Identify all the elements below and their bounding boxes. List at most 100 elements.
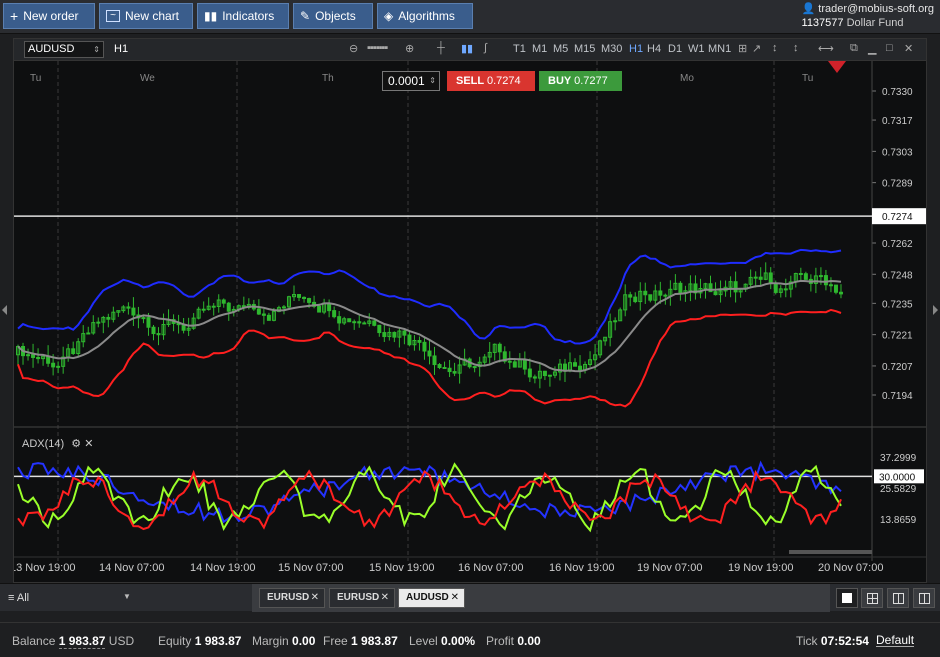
chevron-down-icon: ▼: [123, 592, 131, 601]
algorithms-button[interactable]: ◈ Algorithms: [377, 3, 473, 29]
price-tick-label: 0.7303: [882, 147, 913, 158]
remove-indicator-icon[interactable]: ✕: [84, 438, 93, 450]
zoom-slider[interactable]: ▪▪▪▪▪▪▪: [367, 42, 388, 54]
layout-rows-button[interactable]: [913, 588, 935, 608]
tabs-area: EURUSD ✕ EURUSD ✕ AUDUSD ✕: [252, 584, 830, 612]
level-label: Level: [409, 634, 438, 648]
new-chart-button[interactable]: ~ New chart: [99, 3, 193, 29]
timeframe-h4[interactable]: H4: [647, 43, 661, 55]
symbol-select[interactable]: AUDUSD ⇕: [24, 41, 104, 58]
balance: Balance 1 983.87 USD: [12, 634, 134, 649]
objects-button[interactable]: ✎ Objects: [293, 3, 373, 29]
day-label: Tu: [30, 73, 41, 84]
timeframe-t1[interactable]: T1: [513, 43, 526, 55]
candle: [733, 281, 738, 293]
candle: [36, 356, 41, 360]
crosshair-icon[interactable]: ⊞: [738, 42, 747, 55]
candle: [131, 307, 136, 316]
free-label: Free: [323, 634, 348, 648]
sell-button[interactable]: SELL 0.7274: [447, 71, 535, 91]
updown-icon: ⇕: [429, 76, 436, 85]
bars-icon: ▮▮: [204, 9, 218, 23]
tick-label: Tick: [796, 634, 818, 648]
objects-label: Objects: [315, 9, 356, 23]
timeframe-mn1[interactable]: MN1: [708, 43, 731, 55]
timeframe-m5[interactable]: M5: [553, 43, 568, 55]
candle: [382, 332, 387, 338]
maximize-icon[interactable]: □: [886, 42, 893, 54]
indicators-button[interactable]: ▮▮ Indicators: [197, 3, 289, 29]
draw-tool-icon[interactable]: ↗: [752, 42, 761, 55]
minimize-icon[interactable]: ▁: [868, 42, 876, 55]
bar-chart-icon[interactable]: ┼: [437, 42, 445, 54]
candle: [56, 365, 61, 368]
timeframe-w1[interactable]: W1: [688, 43, 705, 55]
candle: [211, 305, 216, 308]
zoom-in-icon[interactable]: ⊕: [405, 42, 414, 55]
price-tick-label: 0.7248: [882, 270, 913, 281]
detach-icon[interactable]: ⧉: [850, 42, 858, 55]
layout-single-button[interactable]: [836, 588, 858, 608]
price-chart[interactable]: Tu We Th Mo Tu 0.7330 0.7317 0.7303 0.7289 0.7262…: [14, 61, 926, 583]
right-collapse-icon[interactable]: [933, 305, 938, 315]
timeframe-h1[interactable]: H1: [629, 43, 643, 55]
candle: [96, 321, 101, 324]
indicator-level-label: 30.0000: [879, 472, 916, 483]
left-collapse-icon[interactable]: [2, 305, 7, 315]
layout-grid-button[interactable]: [861, 588, 883, 608]
day-label: Tu: [802, 73, 813, 84]
close-tab-icon[interactable]: ✕: [311, 589, 319, 607]
candle-chart-icon[interactable]: ▮▮: [461, 42, 473, 55]
balance-label: Balance: [12, 634, 56, 648]
time-label: 14 Nov 19:00: [190, 562, 255, 574]
tab-label: EURUSD: [337, 592, 380, 603]
timeframe-m1[interactable]: M1: [532, 43, 547, 55]
candle: [377, 324, 382, 334]
timeframe-d1[interactable]: D1: [668, 43, 682, 55]
default-profile-link[interactable]: Default: [876, 634, 915, 647]
account-fund: Dollar Fund: [846, 17, 904, 29]
line-chart-icon[interactable]: ∫: [484, 42, 487, 54]
candle: [297, 294, 302, 298]
time-label: 13 Nov 19:00: [14, 562, 75, 574]
time-label: 15 Nov 19:00: [369, 562, 434, 574]
new-order-button[interactable]: + New order: [3, 3, 95, 29]
buy-button[interactable]: BUY 0.7277: [539, 71, 622, 91]
indicator-tick-label: 25.5829: [880, 484, 917, 495]
level-value: 0.00%: [441, 634, 476, 648]
candle: [512, 361, 517, 368]
horizontal-ray-icon[interactable]: ⟷: [818, 42, 834, 55]
zoom-out-icon[interactable]: ⊖: [349, 42, 358, 55]
candle: [141, 317, 146, 320]
candle: [432, 355, 437, 366]
time-label: 16 Nov 07:00: [458, 562, 523, 574]
filter-select[interactable]: ≡ All ▼: [8, 592, 131, 604]
candle: [828, 284, 833, 287]
grid-layout-icon: [867, 593, 878, 604]
time-label: 15 Nov 07:00: [278, 562, 343, 574]
chart-toolbar: AUDUSD ⇕ H1 ⊖ ▪▪▪▪▪▪▪ ⊕ ┼ ▮▮ ∫ T1 M1 M5 M15…: [14, 39, 926, 61]
time-label: 19 Nov 07:00: [637, 562, 702, 574]
settings-icon[interactable]: ⚙: [71, 438, 81, 450]
account-info[interactable]: 👤 trader@mobius-soft.org 1137577 Dollar …: [802, 2, 934, 30]
horizontal-line-icon[interactable]: ↕: [793, 42, 799, 54]
timeframe-m15[interactable]: M15: [574, 43, 595, 55]
quantity-input[interactable]: 0.0001 ⇕: [382, 71, 440, 91]
tab-eurusd-1[interactable]: EURUSD ✕: [259, 588, 325, 608]
candle: [713, 291, 718, 296]
candle: [317, 305, 322, 313]
day-label: Mo: [680, 73, 694, 84]
candle: [452, 371, 457, 374]
tab-eurusd-2[interactable]: EURUSD ✕: [329, 588, 395, 608]
close-tab-icon[interactable]: ✕: [451, 589, 459, 607]
filter-value: All: [16, 592, 30, 604]
layout-columns-button[interactable]: [887, 588, 909, 608]
close-icon[interactable]: ✕: [904, 42, 913, 55]
vertical-line-icon[interactable]: ↕: [772, 42, 778, 54]
candle: [497, 343, 502, 353]
candle: [151, 326, 156, 335]
candle: [226, 302, 231, 312]
close-tab-icon[interactable]: ✕: [381, 589, 389, 607]
timeframe-m30[interactable]: M30: [601, 43, 622, 55]
tab-audusd[interactable]: AUDUSD ✕: [398, 588, 465, 608]
